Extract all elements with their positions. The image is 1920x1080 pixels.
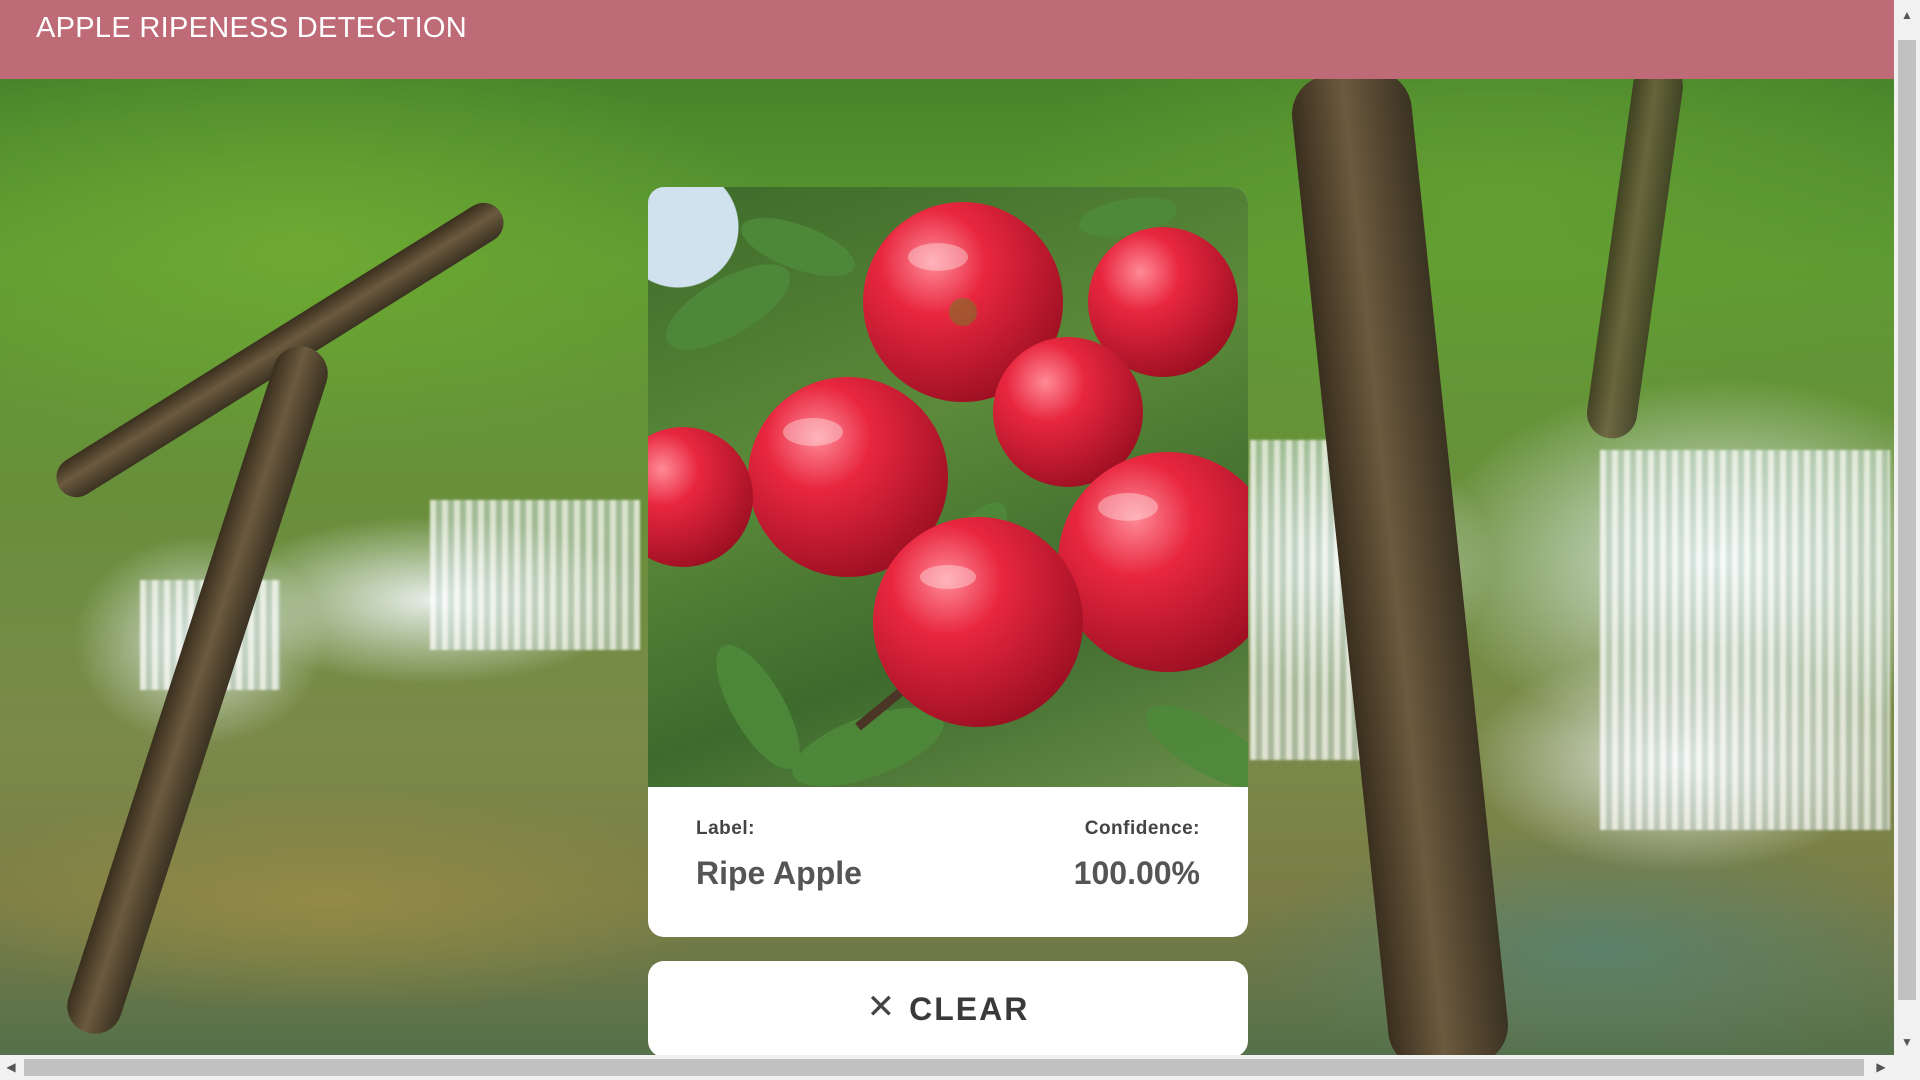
- page-viewport: APPLE RIPENESS DETECTION Label: Ripe App…: [0, 0, 1894, 1055]
- result-card: Label: Ripe Apple Confidence: 100.00%: [648, 187, 1248, 937]
- waterfall-decoration: [430, 500, 640, 650]
- scroll-left-arrow-icon[interactable]: ◀: [0, 1055, 22, 1080]
- prediction-info: Label: Ripe Apple Confidence: 100.00%: [648, 787, 1248, 937]
- tree-trunk-decoration: [1583, 58, 1687, 442]
- app-title: APPLE RIPENESS DETECTION: [36, 12, 468, 44]
- clear-button-label: CLEAR: [909, 990, 1030, 1027]
- app-header: APPLE RIPENESS DETECTION: [0, 0, 1894, 79]
- scroll-right-arrow-icon[interactable]: ▶: [1870, 1055, 1892, 1080]
- confidence-caption: Confidence:: [1084, 818, 1200, 839]
- scroll-down-arrow-icon[interactable]: ▼: [1894, 1029, 1920, 1055]
- uploaded-apple-image: [648, 187, 1248, 787]
- close-icon: ✕: [866, 988, 896, 1026]
- clear-button[interactable]: ✕ CLEAR: [648, 961, 1248, 1055]
- confidence-value: 100.00%: [1073, 855, 1200, 891]
- vertical-scroll-thumb[interactable]: [1898, 40, 1916, 1000]
- red-apples-illustration: [648, 197, 1248, 787]
- label-value: Ripe Apple: [696, 855, 862, 891]
- horizontal-scroll-thumb[interactable]: [24, 1059, 1864, 1076]
- waterfall-decoration: [1600, 450, 1890, 830]
- vertical-scrollbar[interactable]: ▲ ▼: [1894, 0, 1920, 1055]
- label-caption: Label:: [696, 818, 755, 839]
- scroll-up-arrow-icon[interactable]: ▲: [1894, 0, 1920, 26]
- horizontal-scrollbar[interactable]: ◀ ▶: [0, 1055, 1920, 1080]
